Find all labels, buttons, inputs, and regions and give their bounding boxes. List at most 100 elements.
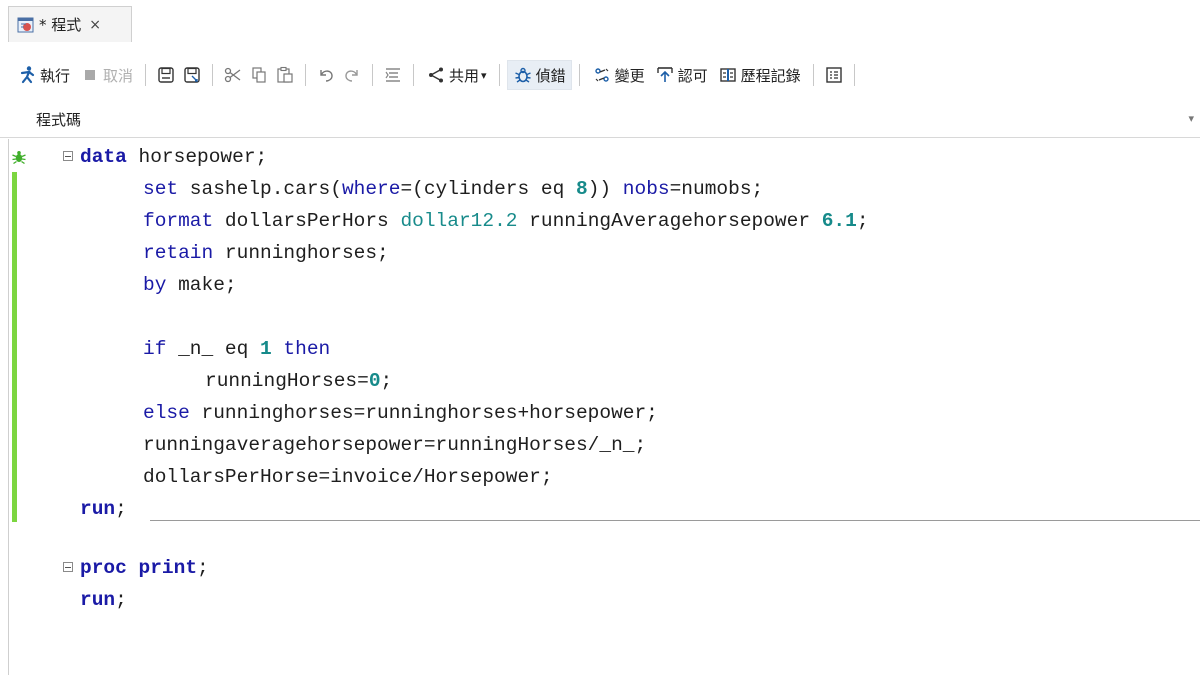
history-icon bbox=[718, 65, 738, 85]
running-figure-icon bbox=[17, 65, 37, 85]
code-text: =numobs; bbox=[669, 178, 764, 200]
format-code-button[interactable] bbox=[380, 60, 406, 90]
code-line: dollarsPerHorse=invoice/Horsepower; bbox=[143, 462, 553, 492]
code-number: 6.1 bbox=[821, 210, 857, 232]
paste-button[interactable] bbox=[272, 60, 298, 90]
run-button[interactable]: 執行 bbox=[12, 60, 75, 90]
run-label: 執行 bbox=[40, 66, 71, 85]
save-button[interactable] bbox=[153, 60, 179, 90]
code-text: sashelp.cars( bbox=[178, 178, 342, 200]
tab-program[interactable]: * 程式 × bbox=[8, 6, 132, 42]
bug-icon bbox=[513, 65, 533, 85]
save-as-icon bbox=[184, 67, 200, 83]
code-keyword: retain bbox=[143, 242, 214, 264]
tab-title: * 程式 bbox=[39, 16, 82, 34]
code-text: runningaveragehorsepower=runningHorses/_… bbox=[143, 434, 647, 456]
toolbar-separator bbox=[145, 64, 147, 86]
code-line: format dollarsPerHors dollar12.2 running… bbox=[143, 206, 869, 236]
sas-program-icon bbox=[17, 16, 35, 34]
redo-icon bbox=[345, 70, 358, 82]
debug-label: 偵錯 bbox=[535, 66, 566, 85]
code-text: dollarsPerHorse=invoice/Horsepower; bbox=[143, 466, 553, 488]
save-as-button[interactable] bbox=[179, 60, 205, 90]
code-line: else runninghorses=runninghorses+horsepo… bbox=[143, 398, 658, 428]
code-text: ; bbox=[115, 498, 127, 520]
changes-label: 變更 bbox=[614, 66, 645, 85]
tab-close-icon[interactable]: × bbox=[89, 17, 101, 33]
history-label: 歷程記錄 bbox=[740, 66, 801, 85]
share-icon bbox=[426, 65, 446, 85]
copy-button[interactable] bbox=[246, 60, 272, 90]
code-line: run; bbox=[80, 494, 127, 524]
scissors-icon bbox=[224, 67, 241, 83]
code-pane-label[interactable]: 程式碼 bbox=[36, 109, 81, 130]
code-line: data horsepower; bbox=[80, 142, 267, 172]
code-text: =(cylinders eq bbox=[400, 178, 576, 200]
properties-button[interactable] bbox=[821, 60, 847, 90]
cut-button[interactable] bbox=[220, 60, 246, 90]
code-keyword: else bbox=[143, 402, 190, 424]
code-number: 8 bbox=[575, 178, 588, 200]
code-format: dollar12.2 bbox=[400, 210, 518, 232]
toolbar-separator bbox=[212, 64, 214, 86]
code-number: 1 bbox=[260, 338, 272, 360]
code-text: dollarsPerHors bbox=[213, 210, 401, 232]
code-line: retain runninghorses; bbox=[143, 238, 389, 268]
format-code-icon bbox=[385, 68, 401, 82]
code-keyword: set bbox=[143, 178, 179, 200]
modified-lines-marker bbox=[12, 172, 17, 522]
fold-toggle[interactable] bbox=[63, 151, 73, 161]
fold-toggle[interactable] bbox=[63, 562, 73, 572]
debug-button[interactable]: 偵錯 bbox=[506, 60, 572, 90]
redo-button[interactable] bbox=[339, 60, 365, 90]
code-text: make; bbox=[166, 274, 237, 296]
code-text: )) bbox=[587, 178, 623, 200]
code-text: horsepower; bbox=[126, 146, 268, 168]
share-label: 共用 bbox=[449, 66, 480, 85]
code-pane-header: 程式碼 ▾ bbox=[0, 102, 1200, 138]
share-button[interactable]: 共用 ▾ bbox=[421, 60, 492, 90]
toolbar-separator bbox=[812, 64, 814, 86]
commit-button[interactable]: 認可 bbox=[650, 60, 713, 90]
cancel-button[interactable]: 取消 bbox=[75, 60, 138, 90]
cancel-label: 取消 bbox=[103, 66, 134, 85]
toolbar-separator bbox=[372, 64, 374, 86]
toolbar-separator bbox=[578, 64, 580, 86]
code-keyword: run bbox=[80, 589, 116, 611]
code-text: ; bbox=[380, 370, 393, 392]
code-keyword: then bbox=[271, 338, 331, 360]
code-keyword: if bbox=[143, 338, 167, 360]
code-keyword: format bbox=[143, 210, 214, 232]
code-text: ; bbox=[197, 557, 209, 579]
code-line: set sashelp.cars(where=(cylinders eq 8))… bbox=[143, 174, 763, 204]
paste-icon bbox=[277, 66, 293, 83]
code-editor[interactable]: data horsepower; set sashelp.cars(where=… bbox=[0, 139, 1200, 675]
code-number: 0 bbox=[368, 370, 381, 392]
code-line: runningaveragehorsepower=runningHorses/_… bbox=[143, 430, 646, 460]
code-keyword: print bbox=[126, 557, 198, 579]
code-text: runningHorses= bbox=[205, 370, 369, 392]
changes-button[interactable]: 變更 bbox=[587, 60, 650, 90]
editor-left-border bbox=[8, 139, 9, 675]
undo-icon bbox=[320, 70, 333, 82]
step-boundary-line bbox=[150, 520, 1200, 521]
code-keyword: by bbox=[143, 274, 167, 296]
changes-icon bbox=[592, 65, 612, 85]
toolbar: 執行 取消 共用 ▾ 偵錯 變更 認可 歷程記錄 bbox=[0, 56, 1200, 94]
toolbar-separator bbox=[853, 64, 855, 86]
code-line: if _n_ eq 1 then bbox=[143, 334, 330, 364]
code-text: runninghorses=runninghorses+horsepower; bbox=[189, 402, 658, 424]
collapse-arrow-icon[interactable]: ▾ bbox=[1188, 112, 1194, 125]
history-button[interactable]: 歷程記錄 bbox=[713, 60, 806, 90]
code-text: ; bbox=[115, 589, 127, 611]
commit-icon bbox=[655, 65, 675, 85]
code-text: _n_ eq bbox=[166, 338, 261, 360]
undo-button[interactable] bbox=[313, 60, 339, 90]
chevron-down-icon: ▾ bbox=[481, 68, 487, 82]
code-line: by make; bbox=[143, 270, 237, 300]
code-text: ; bbox=[856, 210, 869, 232]
code-keyword: proc bbox=[80, 557, 127, 579]
toolbar-separator bbox=[498, 64, 500, 86]
code-text: runninghorses; bbox=[213, 242, 389, 264]
code-keyword: data bbox=[80, 146, 127, 168]
